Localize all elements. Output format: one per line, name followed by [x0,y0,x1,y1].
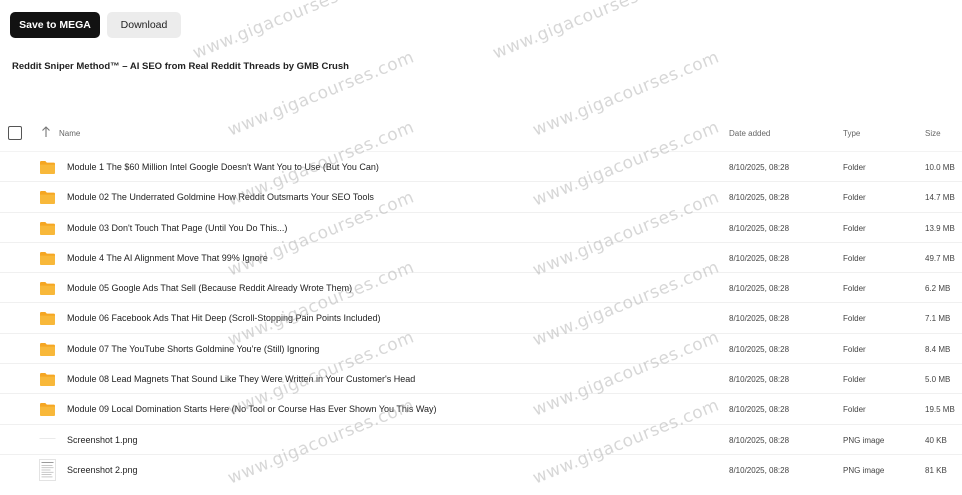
file-size: 6.2 MB [925,284,951,294]
file-date-added: 8/10/2025, 08:28 [729,435,790,445]
file-row[interactable]: Module 07 The YouTube Shorts Goldmine Yo… [0,332,962,363]
save-to-mega-button[interactable]: Save to MEGA [10,12,100,38]
column-header-name[interactable]: Name [59,129,80,138]
folder-icon [39,189,56,205]
file-date-added: 8/10/2025, 08:28 [729,284,790,294]
file-row[interactable]: Module 4 The AI Alignment Move That 99% … [0,241,962,272]
file-size: 13.9 MB [925,223,955,233]
folder-icon [39,401,56,417]
file-type: Folder [843,223,866,233]
file-date-added: 8/10/2025, 08:28 [729,375,790,385]
file-date-added: 8/10/2025, 08:28 [729,193,790,203]
file-name[interactable]: Module 07 The YouTube Shorts Goldmine Yo… [67,344,319,354]
file-row[interactable]: Screenshot 1.png 8/10/2025, 08:28 PNG imag… [0,423,962,454]
sort-ascending-icon[interactable] [40,125,52,139]
column-header-type[interactable]: Type [843,129,860,138]
file-row[interactable]: Module 06 Facebook Ads That Hit Deep (Sc… [0,302,962,332]
file-size: 10.0 MB [925,163,955,172]
file-type: Folder [843,284,866,294]
file-size: 49.7 MB [925,253,955,263]
file-name[interactable]: Module 4 The AI Alignment Move That 99% … [67,253,268,263]
document-thumbnail-icon [39,459,56,481]
file-name[interactable]: Module 02 The Underrated Goldmine How Re… [67,192,374,202]
folder-title: Reddit Sniper Method™ – AI SEO from Real… [12,61,349,72]
file-type: Folder [843,314,866,324]
file-type: Folder [843,405,866,415]
file-list-header: Name Date added Type Size [0,122,962,144]
file-row[interactable]: Module 09 Local Domination Starts Here (… [0,393,962,423]
file-date-added: 8/10/2025, 08:28 [729,253,790,263]
file-row[interactable]: Module 03 Don't Touch That Page (Until Y… [0,211,962,242]
file-type: Folder [843,344,866,354]
file-name[interactable]: Screenshot 1.png [67,435,138,445]
file-size: 5.0 MB [925,375,951,385]
folder-icon [39,310,56,326]
file-type: PNG image [843,435,885,445]
file-name[interactable]: Module 09 Local Domination Starts Here (… [67,404,437,414]
file-date-added: 8/10/2025, 08:28 [729,405,790,415]
file-list: Module 1 The $60 Million Intel Google Do… [0,151,962,484]
watermark-text: www.gigacourses.com [490,0,683,64]
file-name[interactable]: Module 06 Facebook Ads That Hit Deep (Sc… [67,313,381,323]
file-type: PNG image [843,465,885,475]
folder-icon [39,250,56,266]
file-size: 40 KB [925,435,947,445]
file-date-added: 8/10/2025, 08:28 [729,465,790,475]
select-all-checkbox[interactable] [8,126,22,140]
folder-icon [39,159,56,175]
file-row[interactable]: Module 02 The Underrated Goldmine How Re… [0,181,962,211]
file-type: Folder [843,163,866,172]
folder-icon [39,341,56,357]
file-date-added: 8/10/2025, 08:28 [729,314,790,324]
file-size: 14.7 MB [925,193,955,203]
file-date-added: 8/10/2025, 08:28 [729,344,790,354]
file-size: 7.1 MB [925,314,951,324]
file-row[interactable]: Screenshot 2.png 8/10/2025, 08:28 PNG imag… [0,453,962,484]
image-thumbnail-icon [39,432,56,448]
file-name[interactable]: Screenshot 2.png [67,465,138,475]
column-header-date-added[interactable]: Date added [729,129,770,138]
file-name[interactable]: Module 08 Lead Magnets That Sound Like T… [67,374,415,384]
file-name[interactable]: Module 1 The $60 Million Intel Google Do… [67,162,379,172]
file-row[interactable]: Module 05 Google Ads That Sell (Because … [0,272,962,302]
file-type: Folder [843,193,866,203]
download-button[interactable]: Download [107,12,181,38]
column-header-size[interactable]: Size [925,129,941,138]
file-row[interactable]: Module 08 Lead Magnets That Sound Like T… [0,363,962,393]
file-date-added: 8/10/2025, 08:28 [729,223,790,233]
file-name[interactable]: Module 03 Don't Touch That Page (Until Y… [67,223,287,233]
file-size: 19.5 MB [925,405,955,415]
folder-icon [39,220,56,236]
file-date-added: 8/10/2025, 08:28 [729,163,790,172]
folder-icon [39,371,56,387]
folder-icon [39,280,56,296]
file-size: 81 KB [925,465,947,475]
watermark-text: www.gigacourses.com [190,0,383,64]
file-type: Folder [843,375,866,385]
file-size: 8.4 MB [925,344,951,354]
file-row[interactable]: Module 1 The $60 Million Intel Google Do… [0,151,962,181]
file-type: Folder [843,253,866,263]
file-name[interactable]: Module 05 Google Ads That Sell (Because … [67,283,352,293]
